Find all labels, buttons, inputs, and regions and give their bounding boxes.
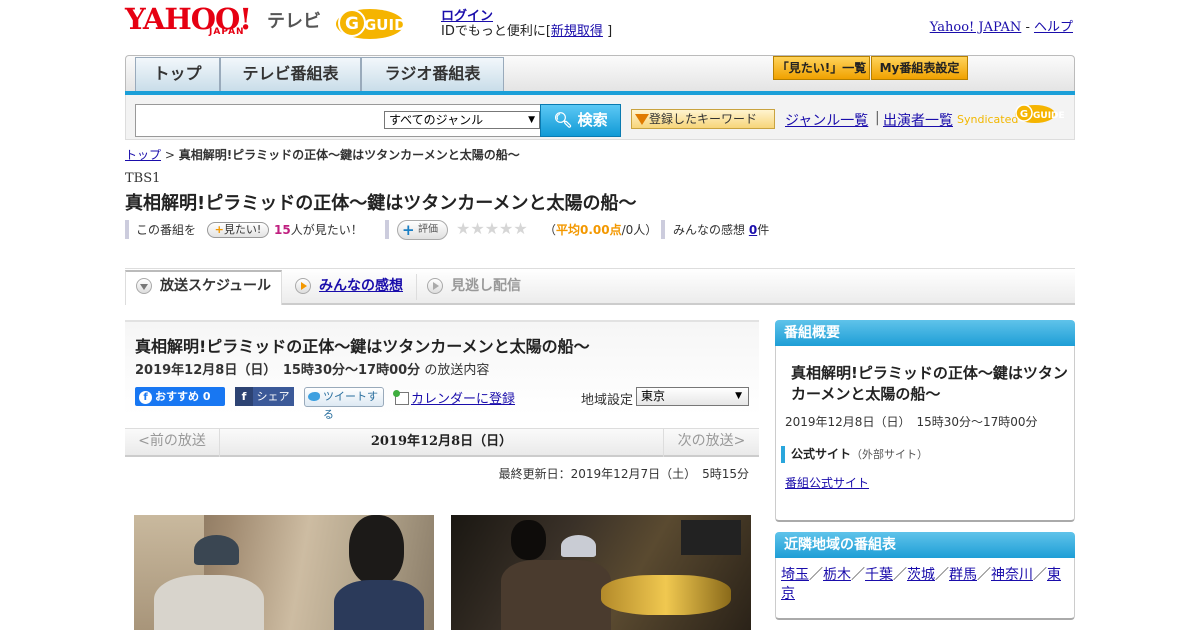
calendar-add-icon [393, 390, 409, 405]
neighbor-heading: 近隣地域の番組表 [775, 532, 1075, 558]
program-photo[interactable] [134, 515, 434, 630]
tab-impressions[interactable]: みんなの感想 [319, 270, 403, 305]
channel-name: TBS1 [125, 171, 161, 186]
nav-tab-tv-schedule[interactable]: テレビ番組表 [220, 57, 361, 91]
syndicated-label: Syndicated [957, 113, 1019, 126]
prev-broadcast-link: <前の放送 [125, 428, 220, 457]
rate-button[interactable]: + 評価 [397, 220, 448, 240]
overview-date: 2019年12月8日（日） 15時30分～17時00分 [785, 415, 1038, 429]
last-updated: 最終更新日：2019年12月7日（土） 5時15分 [498, 467, 749, 481]
yahoo-japan-link[interactable]: Yahoo! JAPAN [930, 20, 1022, 35]
chevron-down-icon: ▼ [735, 391, 742, 401]
region-select[interactable]: 東京 ▼ [636, 387, 749, 406]
overview-title: 真相解明!ピラミッドの正体～鍵はツタンカーメンと太陽の船～ [791, 364, 1068, 403]
want-prefix: この番組を [136, 223, 197, 237]
neighbor-link[interactable]: 埼玉 [781, 567, 809, 583]
my-schedule-button[interactable]: My番組表設定 [871, 56, 968, 80]
mitai-list-button[interactable]: 「見たい!」一覧 [773, 56, 870, 80]
official-site-heading: 公式サイト（外部サイト） [781, 446, 928, 463]
meta-divider [385, 220, 389, 239]
performer-list-link[interactable]: 出演者一覧 [883, 110, 953, 130]
nav-tab-radio-schedule[interactable]: ラジオ番組表 [361, 57, 504, 91]
registered-keyword-button[interactable]: 登録したキーワード [631, 109, 775, 129]
search-icon: 🔍︎ [553, 111, 573, 129]
link-separator: | [875, 110, 880, 126]
facebook-icon: f [235, 387, 253, 406]
nav-tab-top[interactable]: トップ [135, 57, 220, 91]
twitter-bird-icon [308, 392, 320, 401]
genre-list-link[interactable]: ジャンル一覧 [785, 110, 868, 130]
pager-date: 2019年12月8日（日） [370, 434, 513, 449]
tweet-button[interactable]: ツイートする [304, 387, 384, 421]
official-site-link[interactable]: 番組公式サイト [785, 474, 869, 491]
tv-logo-text[interactable]: テレビ [267, 7, 321, 33]
login-prompt: IDでもっと便利に[新規取得 ] [441, 24, 613, 39]
neighbor-link[interactable]: 茨城 [907, 567, 935, 583]
facebook-share-button[interactable]: f シェア [235, 387, 294, 406]
want-button[interactable]: +見たい! [207, 222, 269, 238]
rating-average: （平均0.00点/0人） [544, 223, 658, 237]
neighbor-link[interactable]: 千葉 [865, 567, 893, 583]
breadcrumb-current: 真相解明!ピラミッドの正体～鍵はツタンカーメンと太陽の船～ [178, 148, 520, 162]
overview-heading: 番組概要 [775, 320, 1075, 346]
chevron-down-icon [136, 278, 152, 294]
impressions-count-link[interactable]: 0 [749, 223, 757, 237]
calendar-register-link[interactable]: カレンダーに登録 [411, 392, 515, 407]
play-icon [295, 278, 311, 294]
tab-separator [416, 274, 417, 300]
gguide-logo: G GUIDE [336, 9, 417, 39]
neighbor-link[interactable]: 栃木 [823, 567, 851, 583]
meta-divider [661, 220, 665, 239]
svg-text:GUIDE: GUIDE [364, 16, 417, 34]
help-link[interactable]: ヘルプ [1034, 20, 1073, 35]
chevron-down-icon: ▼ [528, 115, 535, 125]
plus-icon: + [214, 223, 224, 236]
genre-select[interactable]: すべてのジャンル ▼ [384, 111, 540, 129]
tab-vod: 見逃し配信 [451, 278, 521, 294]
signup-link[interactable]: 新規取得 [551, 24, 603, 39]
meta-divider [125, 220, 129, 239]
facebook-recommend-button[interactable]: f おすすめ 0 [135, 387, 225, 406]
rating-stars: ★★★★★ [456, 219, 528, 238]
region-label: 地域設定 [581, 393, 634, 408]
want-count-text: 15人が見たい！ [274, 223, 363, 237]
plus-icon: + [402, 221, 415, 239]
broadcast-title: 真相解明!ピラミッドの正体～鍵はツタンカーメンと太陽の船～ [135, 337, 590, 356]
broadcast-datetime: 2019年12月8日（日） 15時30分～17時00分 の放送内容 [135, 363, 490, 378]
tab-schedule-label[interactable]: 放送スケジュール [160, 270, 271, 305]
breadcrumb: トップ > 真相解明!ピラミッドの正体～鍵はツタンカーメンと太陽の船～ [125, 148, 520, 162]
svg-text:G: G [1020, 109, 1028, 120]
svg-text:G: G [345, 14, 359, 34]
header-links: Yahoo! JAPAN - ヘルプ [929, 20, 1073, 35]
next-broadcast-link: 次の放送> [663, 428, 759, 457]
calendar-register: カレンダーに登録 [393, 388, 515, 407]
neighbor-list: 埼玉／栃木／千葉／茨城／群馬／神奈川／東京 [781, 567, 1061, 602]
impressions-count: みんなの感想 0件 [673, 223, 770, 237]
neighbor-link[interactable]: 群馬 [949, 567, 977, 583]
breadcrumb-top-link[interactable]: トップ [125, 148, 161, 162]
neighbor-link[interactable]: 神奈川 [991, 567, 1033, 583]
play-icon [427, 278, 443, 294]
program-title: 真相解明!ピラミッドの正体～鍵はツタンカーメンと太陽の船～ [125, 193, 637, 214]
svg-text:GUIDE: GUIDE [1033, 111, 1065, 121]
search-button[interactable]: 🔍︎ 検索 [540, 104, 621, 137]
gguide-small-logo: G GUIDE [1015, 104, 1065, 123]
yahoo-japan-logo-text: JAPAN [209, 27, 245, 37]
program-photo[interactable] [451, 515, 751, 630]
triangle-down-icon [635, 114, 649, 125]
facebook-icon: f [139, 391, 152, 404]
